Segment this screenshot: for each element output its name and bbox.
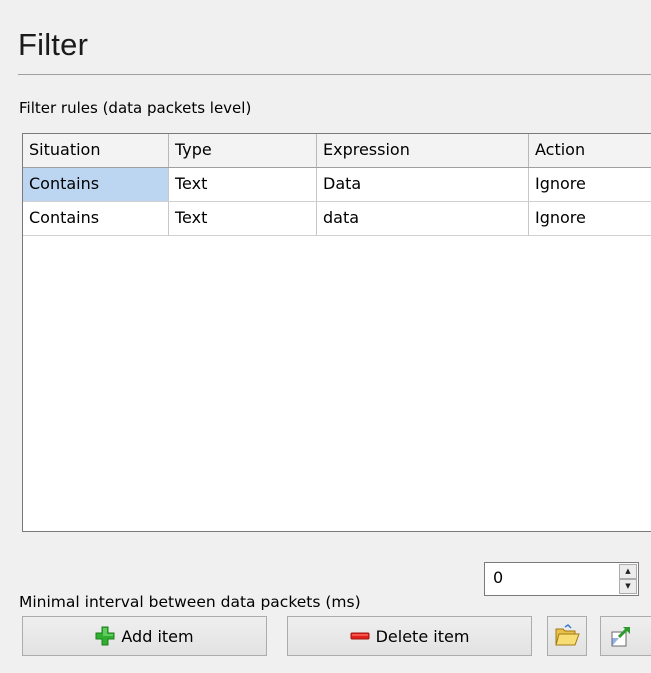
grid-cell-situation[interactable]: Contains xyxy=(23,202,169,235)
plus-icon xyxy=(95,626,115,646)
grid-cell-expression[interactable]: Data xyxy=(317,168,529,201)
grid-header: Situation Type Expression Action xyxy=(23,134,651,168)
arrow-down-icon: ▼ xyxy=(625,582,631,590)
column-header-expression[interactable]: Expression xyxy=(317,134,529,167)
table-row[interactable]: Contains Text data Ignore xyxy=(23,202,651,236)
grid-cell-type[interactable]: Text xyxy=(169,202,317,235)
minimal-interval-label: Minimal interval between data packets (m… xyxy=(19,593,361,611)
minus-icon xyxy=(350,632,370,640)
add-item-button[interactable]: Add item xyxy=(22,616,267,656)
export-icon xyxy=(611,626,630,647)
minimal-interval-value[interactable]: 0 xyxy=(493,568,503,588)
column-header-type[interactable]: Type xyxy=(169,134,317,167)
filter-rules-label: Filter rules (data packets level) xyxy=(19,99,252,117)
delete-item-label: Delete item xyxy=(375,626,470,646)
export-filter-button[interactable] xyxy=(600,616,651,656)
minimal-interval-spinner[interactable]: 0 ▲ ▼ xyxy=(484,562,639,596)
table-row[interactable]: Contains Text Data Ignore xyxy=(23,168,651,202)
delete-item-button[interactable]: Delete item xyxy=(287,616,532,656)
folder-open-icon xyxy=(555,624,580,646)
grid-cell-action[interactable]: Ignore xyxy=(529,168,651,201)
grid-cell-action[interactable]: Ignore xyxy=(529,202,651,235)
spin-down-button[interactable]: ▼ xyxy=(619,579,637,594)
grid-cell-situation[interactable]: Contains xyxy=(23,168,169,201)
arrow-up-icon: ▲ xyxy=(625,567,631,575)
spin-up-button[interactable]: ▲ xyxy=(619,564,637,579)
open-filter-button[interactable] xyxy=(547,616,587,656)
spinner-buttons: ▲ ▼ xyxy=(619,564,637,594)
filter-rules-grid[interactable]: Situation Type Expression Action Contain… xyxy=(22,133,651,532)
grid-cell-expression[interactable]: data xyxy=(317,202,529,235)
add-item-label: Add item xyxy=(121,626,194,646)
column-header-action[interactable]: Action xyxy=(529,134,651,167)
grid-cell-type[interactable]: Text xyxy=(169,168,317,201)
title-divider xyxy=(18,74,651,75)
column-header-situation[interactable]: Situation xyxy=(23,134,169,167)
page-title: Filter xyxy=(18,27,89,62)
